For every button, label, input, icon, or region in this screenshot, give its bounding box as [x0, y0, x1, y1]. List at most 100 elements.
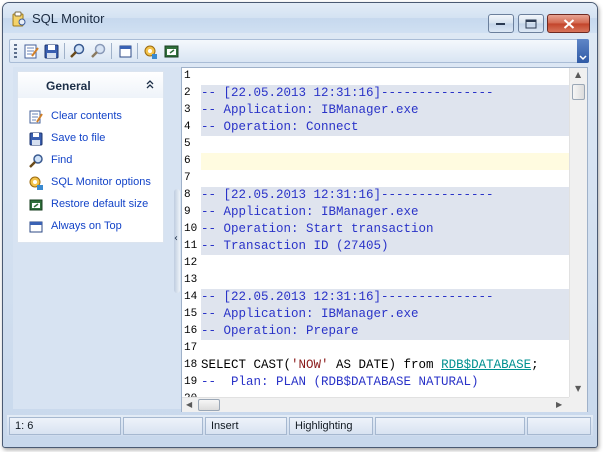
code-line[interactable] — [201, 340, 569, 357]
code-text: -- Operation: Connect — [201, 120, 359, 134]
toolbar-overflow-button[interactable] — [577, 39, 589, 63]
line-number: 15 — [184, 308, 198, 320]
options-icon[interactable] — [141, 42, 160, 61]
maximize-button[interactable] — [518, 14, 544, 33]
code-line[interactable] — [201, 272, 569, 289]
general-panel: General Clear contents Save to file Find… — [17, 71, 164, 243]
code-line[interactable] — [201, 68, 569, 85]
collapse-left-icon[interactable]: ‹ — [174, 233, 178, 244]
panel-title: General — [46, 79, 91, 93]
find-icon[interactable] — [68, 42, 87, 61]
close-button[interactable] — [547, 14, 590, 33]
code-line[interactable] — [201, 153, 569, 170]
find-next-icon[interactable] — [89, 42, 108, 61]
line-number: 2 — [184, 87, 191, 99]
clear-contents-icon[interactable] — [22, 42, 41, 61]
code-line[interactable]: -- Plan: PLAN (RDB$DATABASE NATURAL) — [201, 374, 569, 391]
sidebar-item-sql-monitor-options[interactable]: SQL Monitor options — [28, 174, 163, 192]
chevron-down-icon — [579, 55, 587, 61]
title-bar[interactable]: SQL Monitor — [3, 3, 597, 33]
code-area[interactable]: -- [22.05.2013 12:31:16]--------------- -… — [201, 68, 569, 397]
status-panel-empty — [527, 417, 591, 435]
close-icon — [563, 18, 574, 29]
code-line[interactable]: -- [22.05.2013 12:31:16]--------------- — [201, 85, 569, 102]
horizontal-scrollbar[interactable]: ◀ ▶ — [182, 397, 569, 412]
toolbar-separator — [137, 43, 138, 59]
code-text: -- Application: IBManager.exe — [201, 103, 419, 117]
line-number-gutter: 1234567891011121314151617181920 — [182, 68, 201, 405]
code-token: ; — [531, 358, 539, 372]
line-number: 3 — [184, 104, 191, 116]
scroll-down-icon[interactable]: ▼ — [575, 384, 581, 393]
code-line[interactable]: -- Operation: Prepare — [201, 323, 569, 340]
line-number: 12 — [184, 257, 198, 269]
cursor-position: 1: 6 — [9, 417, 121, 435]
code-text: -- Plan: PLAN (RDB$DATABASE NATURAL) — [201, 375, 479, 389]
window-title: SQL Monitor — [32, 11, 105, 26]
minimize-button[interactable] — [488, 14, 514, 33]
collapse-chevron-icon[interactable] — [144, 78, 156, 90]
code-line[interactable]: -- Transaction ID (27405) — [201, 238, 569, 255]
save-icon — [29, 132, 43, 146]
line-number: 17 — [184, 342, 198, 354]
scroll-up-icon[interactable]: ▲ — [575, 70, 581, 79]
toolbar-grip[interactable] — [14, 44, 17, 58]
horizontal-scroll-thumb[interactable] — [198, 399, 220, 411]
navigation-sidebar: General Clear contents Save to file Find… — [13, 67, 173, 409]
sidebar-item-label: Restore default size — [51, 198, 149, 210]
restore-size-icon — [29, 199, 43, 211]
vertical-scrollbar[interactable]: ▲ ▼ — [569, 68, 587, 397]
code-text: -- Application: IBManager.exe — [201, 307, 419, 321]
sidebar-item-label: Clear contents — [51, 110, 122, 122]
code-line[interactable]: -- Application: IBManager.exe — [201, 204, 569, 221]
code-line[interactable]: -- [22.05.2013 12:31:16]--------------- — [201, 187, 569, 204]
line-number: 19 — [184, 376, 198, 388]
scroll-left-icon[interactable]: ◀ — [186, 400, 192, 409]
sidebar-item-restore-default-size[interactable]: Restore default size — [28, 196, 163, 214]
code-line[interactable]: SELECT CAST('NOW' AS DATE) from RDB$DATA… — [201, 357, 569, 374]
code-text: -- Operation: Start transaction — [201, 222, 434, 236]
line-number: 8 — [184, 189, 191, 201]
edit-mode: Insert — [205, 417, 287, 435]
code-line[interactable]: -- Application: IBManager.exe — [201, 102, 569, 119]
line-number: 4 — [184, 121, 191, 133]
general-panel-header[interactable]: General — [18, 72, 163, 98]
restore-size-icon[interactable] — [116, 42, 135, 61]
scroll-right-icon[interactable]: ▶ — [556, 400, 562, 409]
code-line[interactable]: -- [22.05.2013 12:31:16]--------------- — [201, 289, 569, 306]
save-icon[interactable] — [42, 42, 61, 61]
sidebar-item-label: Save to file — [51, 132, 106, 144]
code-line[interactable] — [201, 255, 569, 272]
main-toolbar — [9, 39, 589, 63]
sidebar-item-label: Find — [51, 154, 73, 166]
sidebar-item-always-on-top[interactable]: Always on Top — [28, 218, 163, 236]
sidebar-item-label: Always on Top — [51, 220, 122, 232]
code-line[interactable]: -- Operation: Start transaction — [201, 221, 569, 238]
status-panel-empty — [123, 417, 203, 435]
line-number: 16 — [184, 325, 198, 337]
vertical-scroll-thumb[interactable] — [572, 84, 585, 100]
code-line[interactable]: -- Operation: Connect — [201, 119, 569, 136]
line-number: 1 — [184, 70, 191, 82]
code-line[interactable] — [201, 170, 569, 187]
code-line[interactable]: -- Application: IBManager.exe — [201, 306, 569, 323]
toolbar-separator — [111, 43, 112, 59]
object-link[interactable]: RDB$DATABASE — [441, 358, 531, 372]
code-line[interactable] — [201, 136, 569, 153]
sql-monitor-window: SQL Monitor General Clear contents Save … — [2, 2, 598, 448]
sidebar-item-clear-contents[interactable]: Clear contents — [28, 108, 163, 126]
options-icon — [29, 176, 43, 190]
sql-monitor-app-icon — [12, 11, 26, 27]
code-token: 'NOW' — [291, 358, 329, 372]
always-on-top-icon[interactable] — [162, 42, 181, 61]
code-text: -- [22.05.2013 12:31:16]--------------- — [201, 188, 494, 202]
line-number: 6 — [184, 155, 191, 167]
sql-log-editor[interactable]: 1234567891011121314151617181920 -- [22.0… — [181, 67, 588, 412]
line-number: 11 — [184, 240, 198, 252]
sidebar-item-save-to-file[interactable]: Save to file — [28, 130, 163, 148]
scrollbar-corner — [569, 397, 587, 412]
sidebar-splitter[interactable]: ‹ — [173, 67, 181, 409]
sidebar-item-find[interactable]: Find — [28, 152, 163, 170]
status-panel-empty — [375, 417, 525, 435]
line-number: 7 — [184, 172, 191, 184]
